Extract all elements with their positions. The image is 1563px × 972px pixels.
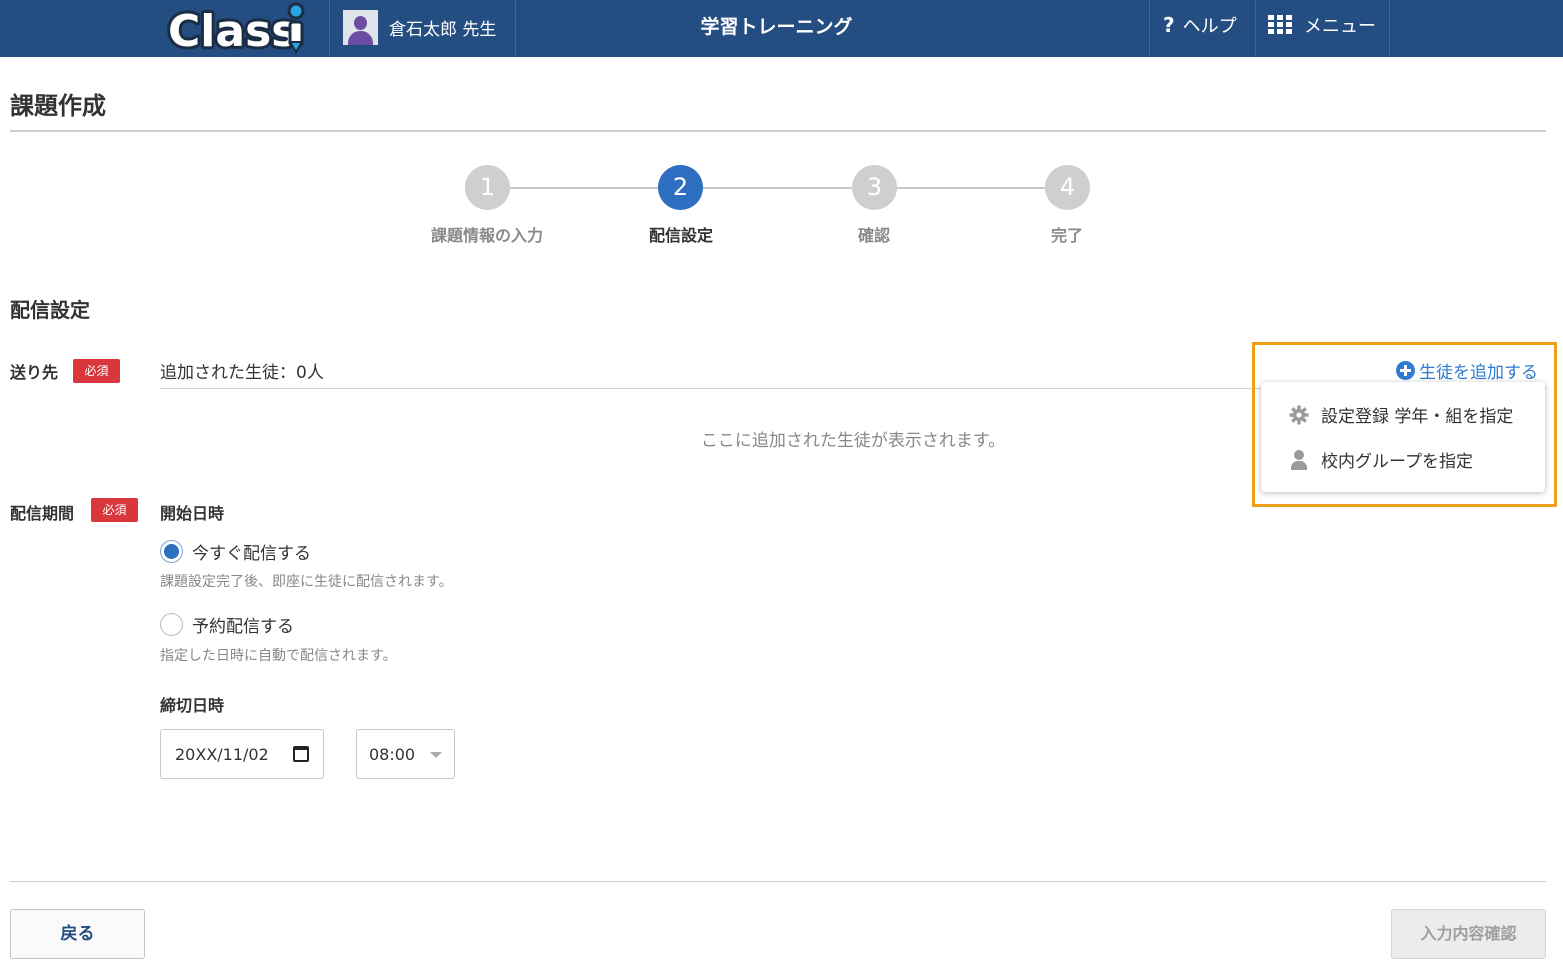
deadline-time-value: 08:00	[369, 744, 416, 764]
deadline-date-value: 20XX/11/02	[175, 744, 269, 764]
calendar-icon[interactable]	[293, 746, 309, 762]
question-icon: ?	[1163, 13, 1175, 37]
deadline-label: 締切日時	[160, 696, 225, 715]
step-connector	[703, 187, 853, 189]
back-button[interactable]: 戻る	[10, 909, 145, 959]
dropdown-item-school-group[interactable]: 校内グループを指定	[1289, 447, 1473, 472]
radio-send-now[interactable]: 今すぐ配信する	[160, 539, 311, 564]
period-label: 配信期間	[10, 504, 75, 523]
grid-menu-icon	[1268, 15, 1294, 35]
send-now-hint: 課題設定完了後、即座に生徒に配信されます。	[160, 574, 453, 590]
step-3-circle: 3	[852, 165, 897, 210]
chevron-down-icon	[430, 752, 442, 758]
dropdown-item-label: 設定登録 学年・組を指定	[1321, 407, 1514, 427]
added-students-count: 追加された生徒：0人	[160, 363, 324, 383]
step-1-circle: 1	[465, 165, 510, 210]
recipients-label: 送り先	[10, 363, 59, 382]
radio-scheduled[interactable]: 予約配信する	[160, 612, 294, 637]
step-4-circle: 4	[1045, 165, 1090, 210]
required-badge: 必須	[73, 359, 120, 383]
radio-button[interactable]	[160, 613, 183, 636]
header-divider	[1149, 0, 1150, 57]
add-students-dropdown: 設定登録 学年・組を指定 校内グループを指定	[1261, 382, 1545, 492]
plus-circle-icon	[1396, 361, 1415, 380]
confirm-input-button[interactable]: 入力内容確認	[1391, 909, 1546, 959]
section-title: 配信設定	[10, 298, 90, 322]
help-button[interactable]: ? ヘルプ	[1163, 12, 1237, 38]
top-header: Class Class 倉石太郎 先生 学習トレーニング ? ヘルプ メニュー	[0, 0, 1563, 60]
dropdown-item-label: 校内グループを指定	[1321, 452, 1473, 472]
page-title: 課題作成	[10, 92, 106, 120]
header-divider	[1255, 0, 1256, 57]
start-datetime-label: 開始日時	[160, 504, 225, 523]
step-2-circle: 2	[658, 165, 703, 210]
title-divider	[10, 130, 1546, 132]
radio-button-checked[interactable]	[160, 540, 183, 563]
step-connector	[509, 187, 659, 189]
header-divider	[1389, 0, 1390, 57]
step-1-label: 課題情報の入力	[430, 226, 543, 245]
dropdown-item-grade-class[interactable]: 設定登録 学年・組を指定	[1289, 402, 1513, 427]
deadline-date-input[interactable]: 20XX/11/02	[160, 729, 324, 779]
step-2-label: 配信設定	[648, 226, 713, 245]
required-badge: 必須	[91, 498, 138, 522]
add-students-link[interactable]: 生徒を追加する	[1396, 358, 1538, 383]
add-students-label: 生徒を追加する	[1419, 363, 1538, 383]
menu-button[interactable]: メニュー	[1268, 12, 1376, 38]
radio-label: 今すぐ配信する	[192, 544, 311, 564]
menu-label: メニュー	[1304, 16, 1376, 37]
deadline-time-select[interactable]: 08:00	[356, 729, 455, 779]
gear-icon	[1289, 405, 1309, 424]
step-3-label: 確認	[857, 226, 890, 245]
help-label: ヘルプ	[1182, 16, 1237, 37]
person-icon	[1289, 449, 1309, 470]
step-connector	[896, 187, 1046, 189]
footer-divider	[10, 881, 1546, 882]
scheduled-hint: 指定した日時に自動で配信されます。	[160, 648, 397, 664]
step-4-label: 完了	[1050, 226, 1083, 245]
radio-label: 予約配信する	[192, 617, 294, 637]
